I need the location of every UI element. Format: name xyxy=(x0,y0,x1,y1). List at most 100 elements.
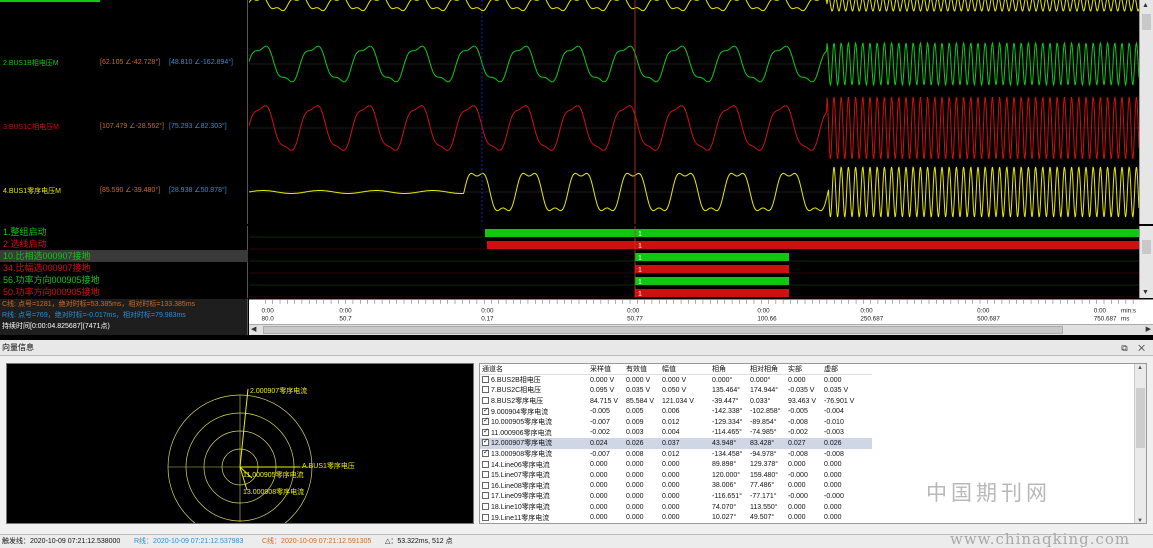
digital-value: 1 xyxy=(638,255,642,262)
column-header[interactable]: 相对相角 xyxy=(748,364,786,376)
table-row[interactable]: 12.000907零序电流0.0240.0260.03743.948°83.42… xyxy=(480,437,872,449)
scroll-down-icon[interactable]: ▼ xyxy=(1137,518,1143,523)
watermark-url: www.chinaqking.com xyxy=(950,530,1131,548)
table-row[interactable]: 8.BUS2零序电压 84.715 V 85.584 V 121.034 V -39.4… xyxy=(480,396,872,407)
table-row[interactable]: 18.Line10零序电流 0.000 0.000 0.000 74.070° 113.5… xyxy=(480,502,872,513)
row-checkbox[interactable] xyxy=(482,460,489,468)
channel-value-secondary: [48.810 ∠-162.894°] xyxy=(169,59,233,66)
scroll-left-icon[interactable]: ◀ xyxy=(251,325,256,333)
row-channel-cell: 19.Line11零序电流 xyxy=(480,512,588,523)
table-row[interactable]: 19.Line11零序电流 0.000 0.000 0.000 10.027° 49.50… xyxy=(480,512,872,523)
table-row[interactable]: 9.000904零序电流 -0.005 0.005 0.006 -142.338° -10… xyxy=(480,406,872,417)
scroll-up-icon[interactable]: ▲ xyxy=(1137,365,1143,371)
row-cell-im: 0.000 xyxy=(824,376,842,384)
digital-label[interactable]: 1.整组启动 xyxy=(0,226,248,238)
table-row[interactable]: 7.BUS2C相电压 0.095 V 0.035 V 0.050 V 135.464° 1… xyxy=(480,385,872,396)
waveform-top-yellow xyxy=(249,0,1139,12)
scroll-thumb[interactable] xyxy=(1136,388,1145,448)
table-row[interactable]: 16.Line08零序电流 0.000 0.000 0.000 38.006° 77.48… xyxy=(480,481,872,492)
column-header[interactable]: 采样值 xyxy=(588,364,624,376)
waveform-analysis-window: 2.BUS1B相电压M [62.105 ∠-42.728°] [48.810 ∠… xyxy=(0,0,1153,548)
row-channel-name: 19.Line11零序电流 xyxy=(491,514,550,522)
table-row[interactable]: 14.Line06零序电流 0.000 0.000 0.000 89.898° 129.3… xyxy=(480,459,872,470)
column-header[interactable]: 有效值 xyxy=(624,364,660,376)
phasor-diagram[interactable]: 2.000907零序电流 A.BUS1零序电压 11.000905零序电流 13… xyxy=(6,363,474,540)
time-label-top: 0:00 xyxy=(627,308,640,315)
row-cell-rel: -102.858° xyxy=(750,408,781,416)
row-cell-im: -0.010 xyxy=(824,418,844,426)
digital-label-selected[interactable]: 10.比相选000907接地 xyxy=(0,250,248,262)
analog-waveform-plot[interactable] xyxy=(249,0,1139,224)
row-cell-im: 0.026 xyxy=(822,438,872,449)
digital-bar-amplitude-000907 xyxy=(635,265,789,273)
scroll-up-icon[interactable]: ▲ xyxy=(1142,2,1149,9)
table-row[interactable]: 15.Line07零序电流 0.000 0.000 0.000 120.000° 159.… xyxy=(480,470,872,481)
row-checkbox[interactable] xyxy=(482,481,489,489)
row-cell-im: 0.035 V xyxy=(824,386,849,394)
time-label-top: 0:00 xyxy=(481,308,494,315)
row-checkbox[interactable] xyxy=(482,471,489,479)
column-header[interactable]: 幅值 xyxy=(660,364,710,376)
table-row[interactable]: 10.000905零序电流 -0.007 0.009 0.012 -129.334° -8… xyxy=(480,416,872,428)
row-checkbox[interactable] xyxy=(482,437,489,447)
row-checkbox[interactable] xyxy=(482,397,489,405)
row-checkbox[interactable] xyxy=(482,492,489,500)
row-checkbox[interactable] xyxy=(482,416,489,426)
row-cell-sample: 0.000 xyxy=(590,492,608,500)
row-checkbox[interactable] xyxy=(482,406,489,415)
digital-label[interactable]: 56.功率方向000905接地 xyxy=(0,274,248,286)
time-label-bottom: 0.17 xyxy=(481,315,494,322)
scroll-right-icon[interactable]: ▶ xyxy=(1146,325,1151,333)
waveform-section: 2.BUS1B相电压M [62.105 ∠-42.728°] [48.810 ∠… xyxy=(0,0,1153,340)
time-label-bottom: 500.687 xyxy=(977,315,1000,322)
row-checkbox[interactable] xyxy=(482,513,489,521)
digital-label[interactable]: 34.比幅选000907接地 xyxy=(0,262,248,274)
row-cell-angle: -142.338° xyxy=(712,408,743,416)
waveform-vertical-scrollbar[interactable]: ▲ xyxy=(1139,0,1153,224)
row-cell-amp: 0.012 xyxy=(662,418,680,426)
table-vertical-scrollbar[interactable]: ▲ ▼ xyxy=(1134,364,1146,523)
scroll-down-icon[interactable]: ▼ xyxy=(1142,289,1149,296)
digital-label[interactable]: 50.功率方向000905接地 xyxy=(0,286,248,298)
column-header[interactable]: 相角 xyxy=(710,364,748,376)
row-cell-re: -0.002 xyxy=(788,429,808,437)
r-line-info: R线: 点号=769，绝对时标=-0.017ms，相对时标=79.983ms xyxy=(2,312,186,319)
row-channel-name: 8.BUS2零序电压 xyxy=(491,398,544,406)
column-header[interactable]: 通道名 xyxy=(480,364,588,376)
digital-vertical-scrollbar[interactable]: ▼ xyxy=(1139,226,1153,298)
horizontal-scrollbar[interactable]: ◀ ▶ xyxy=(249,324,1153,335)
row-checkbox[interactable] xyxy=(482,448,489,458)
row-cell-re: 0.000 xyxy=(788,461,806,469)
channel-row-bus1c[interactable]: 3.BUS1C相电压M [107.479 ∠-28.562°] [75.293 … xyxy=(0,122,248,132)
digital-label[interactable]: 2.选线启动 xyxy=(0,238,248,250)
table-row[interactable]: 13.000908零序电流 -0.007 0.008 0.012 -134.458° -9… xyxy=(480,448,872,460)
scroll-thumb[interactable] xyxy=(1142,14,1151,30)
panel-window-buttons[interactable]: ⧉ ✕ xyxy=(1121,340,1149,356)
row-checkbox[interactable] xyxy=(482,376,489,384)
phasor-svg: 2.000907零序电流 A.BUS1零序电压 11.000905零序电流 13… xyxy=(167,386,355,540)
scroll-thumb[interactable] xyxy=(263,326,1063,334)
row-cell-angle: -114.465° xyxy=(712,429,742,437)
row-channel-cell: 9.000904零序电流 xyxy=(480,406,588,417)
row-cell-rel: 113.550° xyxy=(750,503,778,511)
column-header[interactable]: 虚部 xyxy=(822,364,872,376)
row-cell-angle: 120.000° xyxy=(712,471,741,479)
table-row[interactable]: 6.BUS2B相电压 0.000 V 0.000 V 0.000 V 0.000° 0.0… xyxy=(480,375,872,386)
row-cell-amp: 0.000 xyxy=(662,482,680,490)
vector-table-body: 6.BUS2B相电压 0.000 V 0.000 V 0.000 V 0.000° 0.0… xyxy=(480,375,872,523)
row-checkbox[interactable] xyxy=(482,427,489,436)
table-row[interactable]: 11.000906零序电流 -0.002 0.003 0.004 -114.465° -7… xyxy=(480,427,872,439)
row-cell-im: 0.000 xyxy=(824,471,842,479)
row-checkbox[interactable] xyxy=(482,503,489,511)
row-channel-name: 6.BUS2B相电压 xyxy=(491,377,541,385)
row-cell-sample: 84.715 V xyxy=(590,397,619,405)
channel-row-bus1-zero[interactable]: 4.BUS1零序电压M [85.590 ∠-39.480°] [28.938 ∠… xyxy=(0,186,248,196)
column-header[interactable]: 实部 xyxy=(786,364,822,376)
scroll-thumb[interactable] xyxy=(1142,240,1151,254)
row-cell-rel: -89.854° xyxy=(750,418,777,426)
row-channel-name: 16.Line08零序电流 xyxy=(491,482,550,490)
digital-status-plot[interactable]: 1 1 1 1 1 1 xyxy=(249,226,1139,298)
table-row[interactable]: 17.Line09零序电流 0.000 0.000 0.000 -116.651° -77… xyxy=(480,491,872,502)
channel-row-bus1b[interactable]: 2.BUS1B相电压M [62.105 ∠-42.728°] [48.810 ∠… xyxy=(0,58,248,68)
row-checkbox[interactable] xyxy=(482,386,489,394)
